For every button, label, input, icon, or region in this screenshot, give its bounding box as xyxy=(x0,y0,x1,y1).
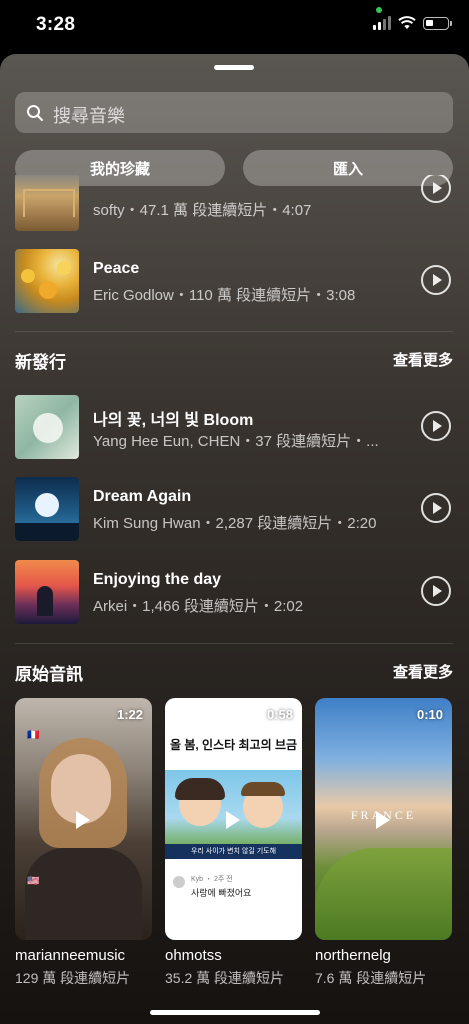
reel-comment-text: 사랑에 빠졌어요 xyxy=(191,888,252,898)
reel-username[interactable]: marianneemusic xyxy=(15,947,125,964)
music-picker-sheet: 搜尋音樂 我的珍藏 匯入 softy・47.1 萬 段連續短片・4:07 Pea… xyxy=(0,54,469,1024)
play-icon xyxy=(376,811,390,829)
reel-username[interactable]: ohmotss xyxy=(165,947,222,964)
play-icon[interactable] xyxy=(421,265,451,295)
search-placeholder: 搜尋音樂 xyxy=(53,106,125,126)
reel-flag: 🇺🇸 xyxy=(27,876,40,887)
track-subtitle: Kim Sung Hwan・2,287 段連續短片・2:20 xyxy=(93,515,377,532)
reel-card[interactable]: 🇫🇷 🇺🇸 1:22 xyxy=(15,698,152,940)
track-subtitle: Arkei・1,466 段連續短片・2:02 xyxy=(93,598,304,615)
reel-username[interactable]: northernelg xyxy=(315,947,391,964)
status-bar: 3:28 xyxy=(0,0,469,52)
camera-indicator-icon xyxy=(376,7,382,13)
track-artwork xyxy=(15,395,79,459)
see-more-original-audio[interactable]: 查看更多 xyxy=(393,661,453,682)
reel-duration: 0:58 xyxy=(266,707,293,722)
track-title: Enjoying the day xyxy=(93,571,222,588)
wifi-icon xyxy=(398,16,416,29)
sheet-grabber[interactable] xyxy=(214,65,254,70)
divider xyxy=(15,643,453,644)
signal-icon xyxy=(373,16,391,30)
reel-duration: 0:10 xyxy=(416,707,443,722)
play-icon xyxy=(76,811,90,829)
section-title-new-releases: 新發行 xyxy=(15,353,66,372)
reel-thumbnail xyxy=(165,770,302,850)
play-icon[interactable] xyxy=(421,576,451,606)
divider xyxy=(15,331,453,332)
reel-caption: 우리 사이가 변치 않길 기도해 xyxy=(165,844,302,859)
track-subtitle: Yang Hee Eun, CHEN・37 段連續短片・... xyxy=(93,433,379,450)
reel-duration: 1:22 xyxy=(116,707,143,722)
reel-count: 7.6 萬 段連續短片 xyxy=(315,970,427,986)
track-row[interactable]: 나의 꽃, 너의 빛 Bloom Yang Hee Eun, CHEN・37 段… xyxy=(15,395,455,461)
search-input[interactable]: 搜尋音樂 xyxy=(15,92,453,133)
track-artwork xyxy=(15,560,79,624)
reel-headline: 올 봄, 인스타 최고의 브금 xyxy=(169,738,298,752)
track-artwork xyxy=(15,175,79,231)
track-artwork xyxy=(15,477,79,541)
track-row[interactable]: softy・47.1 萬 段連續短片・4:07 xyxy=(15,175,455,231)
status-time: 3:28 xyxy=(36,14,76,35)
track-row[interactable]: Peace Eric Godlow・110 萬 段連續短片・3:08 xyxy=(15,249,455,315)
track-subtitle: Eric Godlow・110 萬 段連續短片・3:08 xyxy=(93,287,356,304)
reel-comment-user: Kyb ・ 2주 전 xyxy=(191,876,233,883)
play-icon[interactable] xyxy=(421,175,451,203)
play-icon xyxy=(226,811,240,829)
reel-comment: Kyb ・ 2주 전 사랑에 빠졌어요 xyxy=(173,874,293,904)
track-row[interactable]: Dream Again Kim Sung Hwan・2,287 段連續短片・2:… xyxy=(15,477,455,543)
reel-count: 35.2 萬 段連續短片 xyxy=(165,970,285,986)
battery-icon xyxy=(423,16,452,30)
track-artwork xyxy=(15,249,79,313)
reel-flag: 🇫🇷 xyxy=(27,730,40,741)
track-title: Peace xyxy=(93,260,140,277)
home-indicator[interactable] xyxy=(150,1010,320,1015)
search-icon xyxy=(27,105,43,121)
track-subtitle: softy・47.1 萬 段連續短片・4:07 xyxy=(93,202,312,219)
track-title: 나의 꽃, 너의 빛 Bloom xyxy=(93,412,254,429)
play-icon[interactable] xyxy=(421,411,451,441)
reel-count: 129 萬 段連續短片 xyxy=(15,970,131,986)
section-title-original-audio: 原始音訊 xyxy=(15,665,83,684)
reel-card[interactable]: 올 봄, 인스타 최고의 브금 우리 사이가 변치 않길 기도해 Kyb ・ 2… xyxy=(165,698,302,940)
track-title: Dream Again xyxy=(93,488,192,505)
track-row[interactable]: Enjoying the day Arkei・1,466 段連續短片・2:02 xyxy=(15,560,455,626)
see-more-new-releases[interactable]: 查看更多 xyxy=(393,349,453,370)
reel-card[interactable]: FRANCE 0:10 xyxy=(315,698,452,940)
reel-thumbnail xyxy=(315,848,452,940)
play-icon[interactable] xyxy=(421,493,451,523)
